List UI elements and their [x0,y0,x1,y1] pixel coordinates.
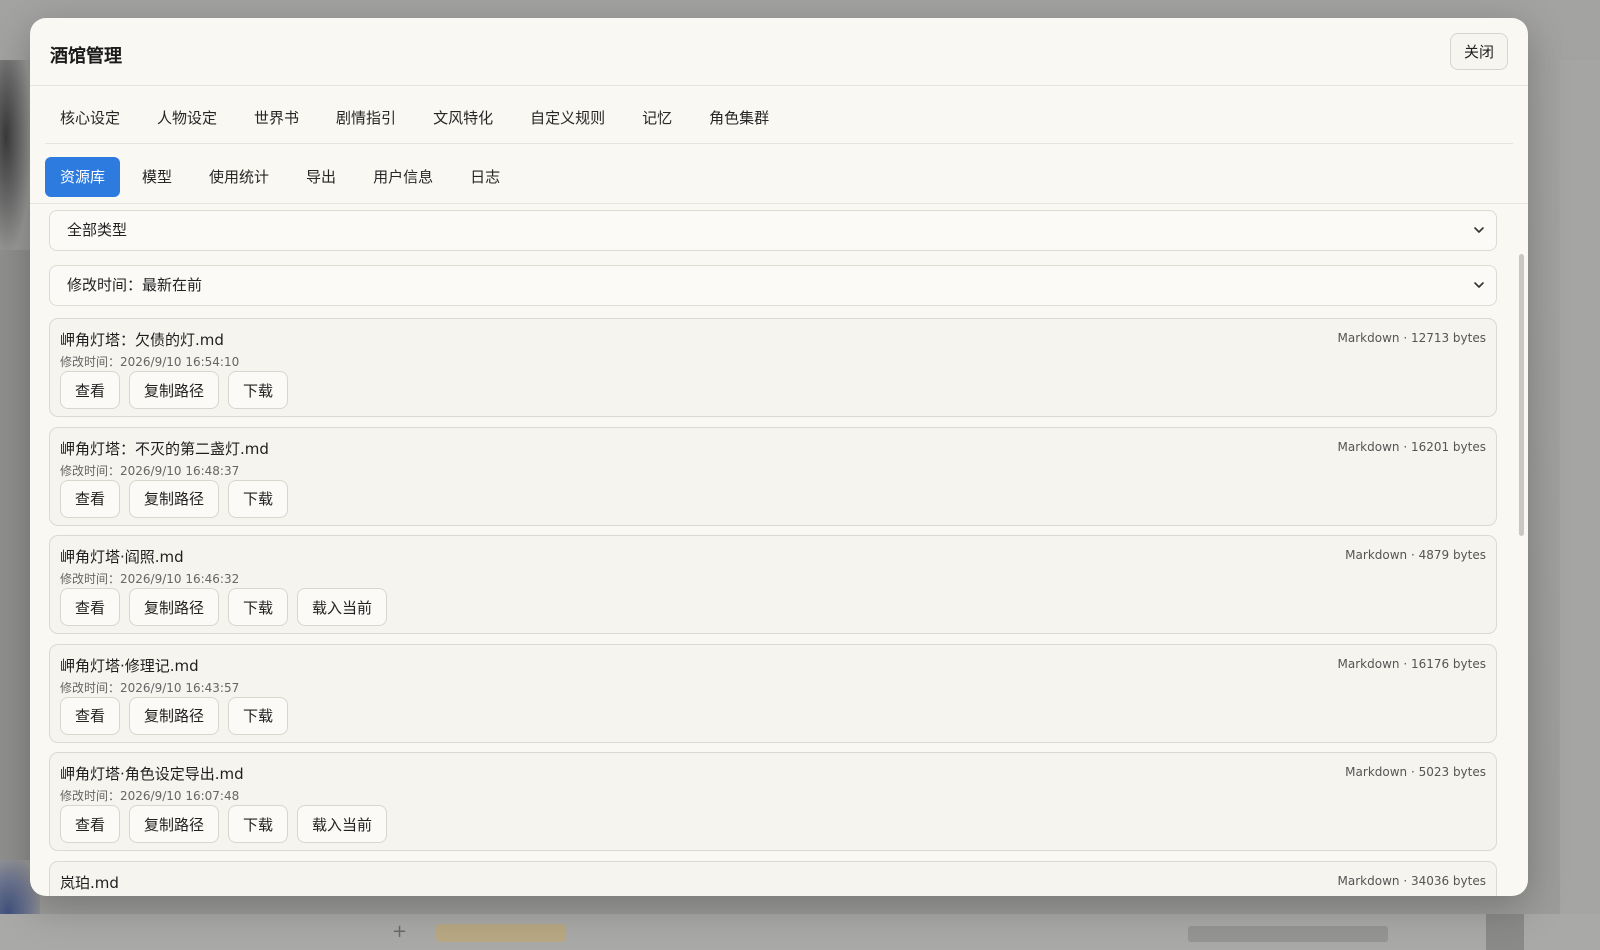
load-current-button[interactable]: 载入当前 [297,588,388,626]
copy-path-button[interactable]: 复制路径 [129,805,220,843]
download-button[interactable]: 下载 [228,696,289,735]
file-actions: 查看 复制路径 下载 载入当前 [60,805,388,843]
file-card: 岬角灯塔·修理记.md Markdown · 16176 bytes 修改时间：20… [49,643,1497,743]
file-name: 岬角灯塔：欠债的灯.md [60,331,224,349]
sort-select[interactable]: 修改时间：最新在前 [49,265,1497,306]
copy-path-button[interactable]: 复制路径 [129,588,220,626]
type-filter-select[interactable]: 全部类型 [49,210,1497,251]
tab-secondary-0[interactable]: 资源库 [45,157,121,197]
modal-header: 酒馆管理 关闭 [30,18,1528,86]
file-meta: Markdown · 16201 bytes [1337,439,1486,454]
view-button[interactable]: 查看 [60,696,121,735]
background-model-selector [1188,926,1388,942]
file-modified-time: 修改时间：2026/9/10 16:43:57 [60,680,240,695]
view-button[interactable]: 查看 [60,588,121,626]
resource-library-panel[interactable]: 全部类型 修改时间：最新在前 岬角灯塔：欠债的灯.md Markdown · 12… [30,204,1528,896]
download-button[interactable]: 下载 [228,588,289,626]
tab-secondary-2[interactable]: 使用统计 [194,157,284,197]
background-input-bar: + [0,914,1600,950]
file-meta: Markdown · 5023 bytes [1345,765,1486,779]
view-button[interactable]: 查看 [60,479,121,518]
file-modified-time: 修改时间：2026/9/10 16:54:10 [60,355,240,369]
file-actions: 查看 复制路径 下载 [60,479,289,518]
view-button[interactable]: 查看 [60,805,121,843]
background-top-tabs [240,0,377,10]
scrollbar-thumb[interactable] [1519,254,1524,536]
close-button[interactable]: 关闭 [1450,33,1508,70]
tab-secondary-5[interactable]: 日志 [455,157,515,197]
tavern-management-modal: 酒馆管理 关闭 核心设定 人物设定 世界书 剧情指引 文风特化 自定义规则 记忆 角色集群 资… [30,18,1528,896]
background-plus-icon: + [392,921,408,942]
file-card: 岬角灯塔·阎照.md Markdown · 4879 bytes 修改时间：2026… [49,535,1497,634]
file-actions: 查看 复制路径 下载 [60,371,289,409]
tab-primary-5[interactable]: 自定义规则 [515,98,620,138]
file-name: 岬角灯塔·修理记.md [60,656,199,675]
background-send-button [1486,914,1524,950]
background-right-panel [1560,60,1600,940]
file-card: 岚珀.md Markdown · 34036 bytes [49,860,1497,896]
type-filter-value: 全部类型 [67,221,128,239]
file-name: 岬角灯塔·角色设定导出.md [60,765,244,783]
file-modified-time: 修改时间：2026/9/10 16:46:32 [60,572,240,586]
copy-path-button[interactable]: 复制路径 [129,479,220,518]
tab-primary-4[interactable]: 文风特化 [418,98,508,138]
tab-primary-2[interactable]: 世界书 [239,98,314,138]
primary-tabs: 核心设定 人物设定 世界书 剧情指引 文风特化 自定义规则 记忆 角色集群 [45,92,1513,144]
tab-primary-3[interactable]: 剧情指引 [321,98,411,138]
background-workspace-chip [436,924,566,942]
file-name: 岬角灯塔·阎照.md [60,548,184,566]
load-current-button[interactable]: 载入当前 [297,805,388,843]
file-name: 岬角灯塔：不灭的第二盏灯.md [60,439,269,458]
file-card: 岬角灯塔：不灭的第二盏灯.md Markdown · 16201 bytes 修改时… [49,426,1497,526]
file-meta: Markdown · 4879 bytes [1345,548,1486,562]
chevron-down-icon [1474,227,1484,233]
file-actions: 查看 复制路径 下载 载入当前 [60,588,388,626]
secondary-tabs: 资源库 模型 使用统计 导出 用户信息 日志 [45,151,1528,203]
download-button[interactable]: 下载 [228,371,289,409]
copy-path-button[interactable]: 复制路径 [129,371,220,409]
tab-primary-0[interactable]: 核心设定 [45,98,135,138]
download-button[interactable]: 下载 [228,479,289,518]
file-actions: 查看 复制路径 下载 [60,696,289,735]
tab-primary-7[interactable]: 角色集群 [694,98,784,138]
chevron-down-icon [1474,282,1484,288]
copy-path-button[interactable]: 复制路径 [129,696,220,735]
modal-title: 酒馆管理 [50,46,122,67]
background-character-art [0,60,30,250]
download-button[interactable]: 下载 [228,805,289,843]
file-meta: Markdown · 16176 bytes [1337,656,1486,671]
tab-secondary-3[interactable]: 导出 [291,157,351,197]
tab-primary-1[interactable]: 人物设定 [142,98,232,138]
file-meta: Markdown · 12713 bytes [1337,331,1486,345]
file-card: 岬角灯塔：欠债的灯.md Markdown · 12713 bytes 修改时间：2… [49,318,1497,417]
file-card: 岬角灯塔·角色设定导出.md Markdown · 5023 bytes 修改时间：… [49,752,1497,851]
file-modified-time: 修改时间：2026/9/10 16:48:37 [60,463,240,478]
tab-primary-6[interactable]: 记忆 [627,98,687,138]
sort-value: 修改时间：最新在前 [67,276,203,294]
file-meta: Markdown · 34036 bytes [1337,873,1486,888]
tab-secondary-4[interactable]: 用户信息 [358,157,448,197]
file-modified-time: 修改时间：2026/9/10 16:07:48 [60,789,240,803]
file-name: 岚珀.md [60,873,119,892]
view-button[interactable]: 查看 [60,371,121,409]
tab-secondary-1[interactable]: 模型 [127,157,187,197]
